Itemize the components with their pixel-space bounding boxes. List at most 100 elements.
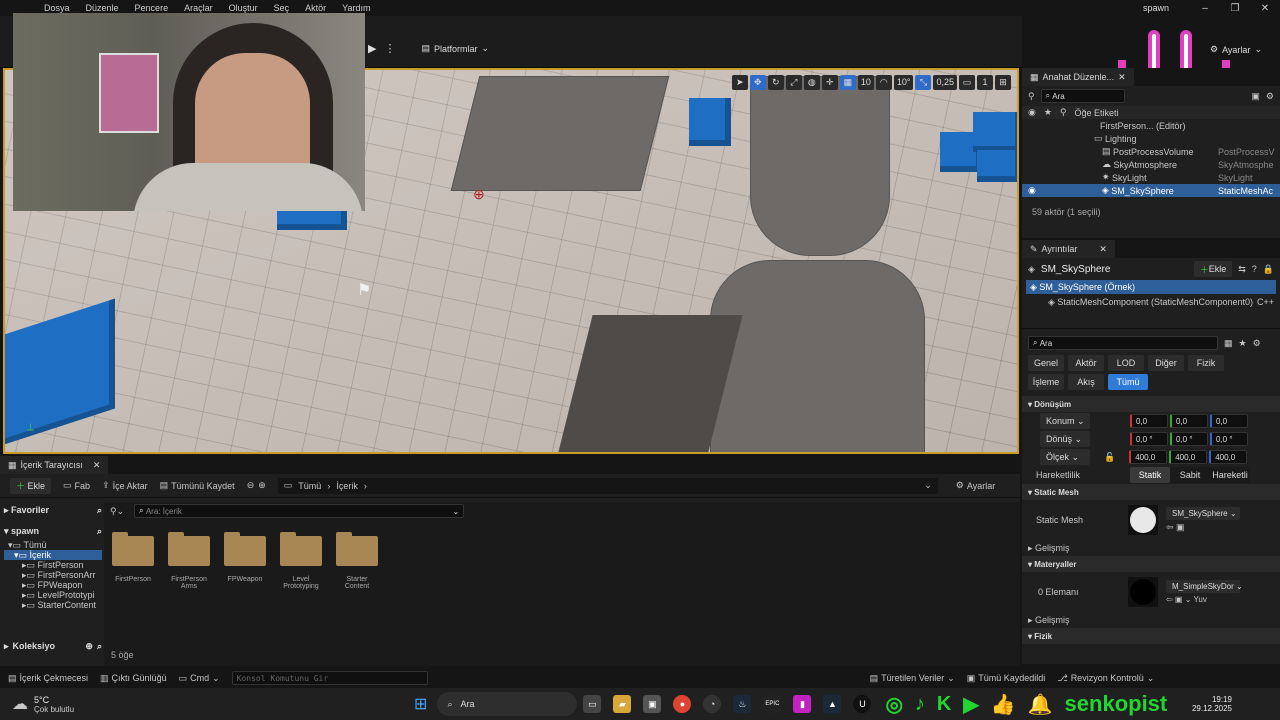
- scale-snap-icon[interactable]: ⤡: [915, 74, 932, 90]
- content-settings-button[interactable]: ⚙ Ayarlar: [956, 480, 995, 491]
- menu-build[interactable]: Oluştur: [229, 3, 258, 13]
- location-x[interactable]: 0,0: [1130, 414, 1168, 428]
- tree-item[interactable]: ▾▭ Tümü: [4, 540, 102, 551]
- physics-category[interactable]: ▾ Fizik: [1022, 628, 1280, 644]
- filter-physics[interactable]: Fizik: [1188, 355, 1224, 371]
- blue-cube[interactable]: [689, 98, 731, 146]
- mobility-stationary[interactable]: Sabit: [1170, 467, 1210, 483]
- mesh-thumbnail[interactable]: [1128, 505, 1158, 535]
- filter-other[interactable]: Diğer: [1148, 355, 1184, 371]
- menu-window[interactable]: Pencere: [135, 3, 169, 13]
- file-explorer-icon[interactable]: ▰: [613, 695, 632, 713]
- rotation-snap-value[interactable]: 10°: [893, 74, 914, 90]
- list-item-selected[interactable]: ◉ ◈ SM_SkySphere StaticMeshAc: [1022, 184, 1280, 197]
- transform-category[interactable]: ▾ Dönüşüm: [1022, 396, 1280, 412]
- list-item[interactable]: ▭ Lighting: [1022, 132, 1280, 145]
- github-icon[interactable]: ◔: [703, 695, 722, 713]
- content-search-input[interactable]: ⌕ Ara: İçerik ⌄: [134, 504, 465, 518]
- tab-content-browser[interactable]: ▦ İçerik Tarayıcısı ✕: [0, 456, 109, 474]
- back-icon[interactable]: ⊖: [247, 480, 255, 491]
- rotation-x[interactable]: 0,0 °: [1130, 432, 1168, 446]
- rotation-snap-icon[interactable]: ◠: [875, 74, 892, 90]
- scale-y[interactable]: 400,0: [1169, 450, 1208, 464]
- content-drawer-button[interactable]: ▤ İçerik Çekmecesi: [8, 673, 88, 684]
- menu-select[interactable]: Seç: [274, 3, 290, 13]
- task-view-icon[interactable]: ▭: [583, 695, 602, 713]
- close-icon[interactable]: ✕: [93, 460, 101, 471]
- tree-item[interactable]: ▸▭ FirstPerson: [4, 560, 102, 571]
- more-icon[interactable]: ⋮: [384, 42, 395, 55]
- list-item[interactable]: ☁ SkyAtmosphere SkyAtmosphe: [1022, 158, 1280, 171]
- rotation-y[interactable]: 0,0 °: [1170, 432, 1208, 446]
- outliner-search-input[interactable]: ⌕ Ara: [1040, 89, 1125, 103]
- blue-cube[interactable]: [977, 150, 1017, 182]
- maximize-icon[interactable]: ❐: [1220, 3, 1250, 14]
- material-dropdown[interactable]: M_SimpleSkyDor ⌄: [1166, 580, 1243, 593]
- filter-lod[interactable]: LOD: [1108, 355, 1144, 371]
- filter-rendering[interactable]: İşleme: [1028, 374, 1064, 390]
- scale-x[interactable]: 400,0: [1129, 450, 1168, 464]
- weather-widget[interactable]: ☁ 5°C Çok bulutlu: [0, 694, 74, 714]
- instance-row[interactable]: ◈ SM_SkySphere (Örnek): [1026, 280, 1276, 294]
- help-icon[interactable]: ?: [1252, 264, 1257, 274]
- console-input[interactable]: Konsol Komutunu Gir: [231, 671, 428, 685]
- forward-icon[interactable]: ⊕: [258, 480, 266, 491]
- list-item[interactable]: ✷ SkyLight SkyLight: [1022, 171, 1280, 184]
- select-tool-icon[interactable]: ➤: [731, 74, 748, 90]
- breadcrumb-content[interactable]: İçerik: [336, 481, 358, 491]
- tree-item[interactable]: ▸▭ StarterContent: [4, 600, 102, 611]
- rotate-tool-icon[interactable]: ↻: [767, 74, 784, 90]
- filter-streaming[interactable]: Akış: [1068, 374, 1104, 390]
- epic-games-icon[interactable]: EPIC: [763, 695, 782, 713]
- rotation-dropdown[interactable]: Dönüş ⌄: [1040, 431, 1090, 447]
- folder-icon[interactable]: ▣: [1251, 91, 1260, 102]
- minimize-icon[interactable]: –: [1190, 3, 1220, 14]
- add-icon[interactable]: ⊕: [85, 641, 93, 652]
- folder-tile[interactable]: Starter Content: [336, 532, 378, 590]
- tree-item-selected[interactable]: ▾▭ İçerik: [4, 550, 102, 560]
- menu-file[interactable]: Dosya: [44, 3, 70, 13]
- store-icon[interactable]: ▣: [643, 695, 662, 713]
- folder-tile[interactable]: FirstPerson: [112, 532, 154, 583]
- static-mesh-dropdown[interactable]: SM_SkySphere ⌄: [1166, 507, 1240, 520]
- camera-speed-value[interactable]: 1: [977, 74, 993, 90]
- revision-control-button[interactable]: ⎇ Revizyon Kontrolü ⌄: [1057, 673, 1154, 684]
- filter-icon[interactable]: ⚲: [1028, 91, 1035, 102]
- visibility-icon[interactable]: ◉: [1028, 107, 1036, 118]
- close-icon[interactable]: ✕: [1118, 72, 1126, 83]
- menu-edit[interactable]: Düzenle: [86, 3, 119, 13]
- filter-actor[interactable]: Aktör: [1068, 355, 1104, 371]
- clock[interactable]: 19:19 29.12.2025: [1192, 695, 1232, 713]
- output-log-button[interactable]: ▥ Çıktı Günlüğü: [100, 673, 167, 684]
- browse-asset-icon[interactable]: ⇦ ▣: [1166, 522, 1240, 533]
- lock-icon[interactable]: 🔓: [1104, 452, 1115, 463]
- component-row[interactable]: ◈ StaticMeshComponent (StaticMeshCompone…: [1022, 294, 1280, 310]
- lock-icon[interactable]: 🔒: [1263, 264, 1274, 275]
- save-status[interactable]: ▣ Tümü Kaydedildi: [967, 673, 1046, 684]
- menu-tools[interactable]: Araçlar: [184, 3, 213, 13]
- grid-snap-icon[interactable]: ▦: [839, 74, 856, 90]
- windows-start-icon[interactable]: ⊞: [414, 694, 427, 714]
- tree-item[interactable]: ▸▭ FirstPersonArr: [4, 570, 102, 581]
- scale-snap-value[interactable]: 0,25: [933, 74, 957, 90]
- details-search-input[interactable]: ⌕ Ara: [1028, 336, 1218, 350]
- table-view-icon[interactable]: ▦: [1224, 338, 1233, 349]
- toolbar-settings-button[interactable]: ⚙ Ayarlar ⌄: [1210, 44, 1262, 55]
- steam-icon[interactable]: ▲: [823, 695, 842, 713]
- advanced-row-1[interactable]: ▸ Gelişmiş: [1022, 540, 1280, 556]
- steam-icon[interactable]: ♨: [733, 695, 752, 713]
- list-item[interactable]: ▤ PostProcessVolume PostProcessV: [1022, 145, 1280, 158]
- grid-size-value[interactable]: 10: [857, 74, 874, 90]
- materials-category[interactable]: ▾ Materyaller: [1022, 556, 1280, 572]
- mobility-static[interactable]: Statik: [1130, 467, 1170, 483]
- location-dropdown[interactable]: Konum ⌄: [1040, 413, 1090, 429]
- pin-icon[interactable]: ⚲: [1060, 107, 1067, 118]
- tree-item[interactable]: ▸▭ FPWeapon: [4, 580, 102, 591]
- close-icon[interactable]: ✕: [1250, 3, 1280, 14]
- content-add-button[interactable]: ＋ Ekle: [10, 477, 52, 494]
- platforms-button[interactable]: ▤ Platformlar ⌄: [421, 43, 489, 54]
- tab-details[interactable]: ✎ Ayrıntılar ✕: [1022, 240, 1115, 258]
- chevron-down-icon[interactable]: ⌄: [924, 480, 932, 491]
- material-thumbnail[interactable]: [1128, 577, 1158, 607]
- cmd-dropdown[interactable]: ▭ Cmd ⌄: [179, 673, 220, 684]
